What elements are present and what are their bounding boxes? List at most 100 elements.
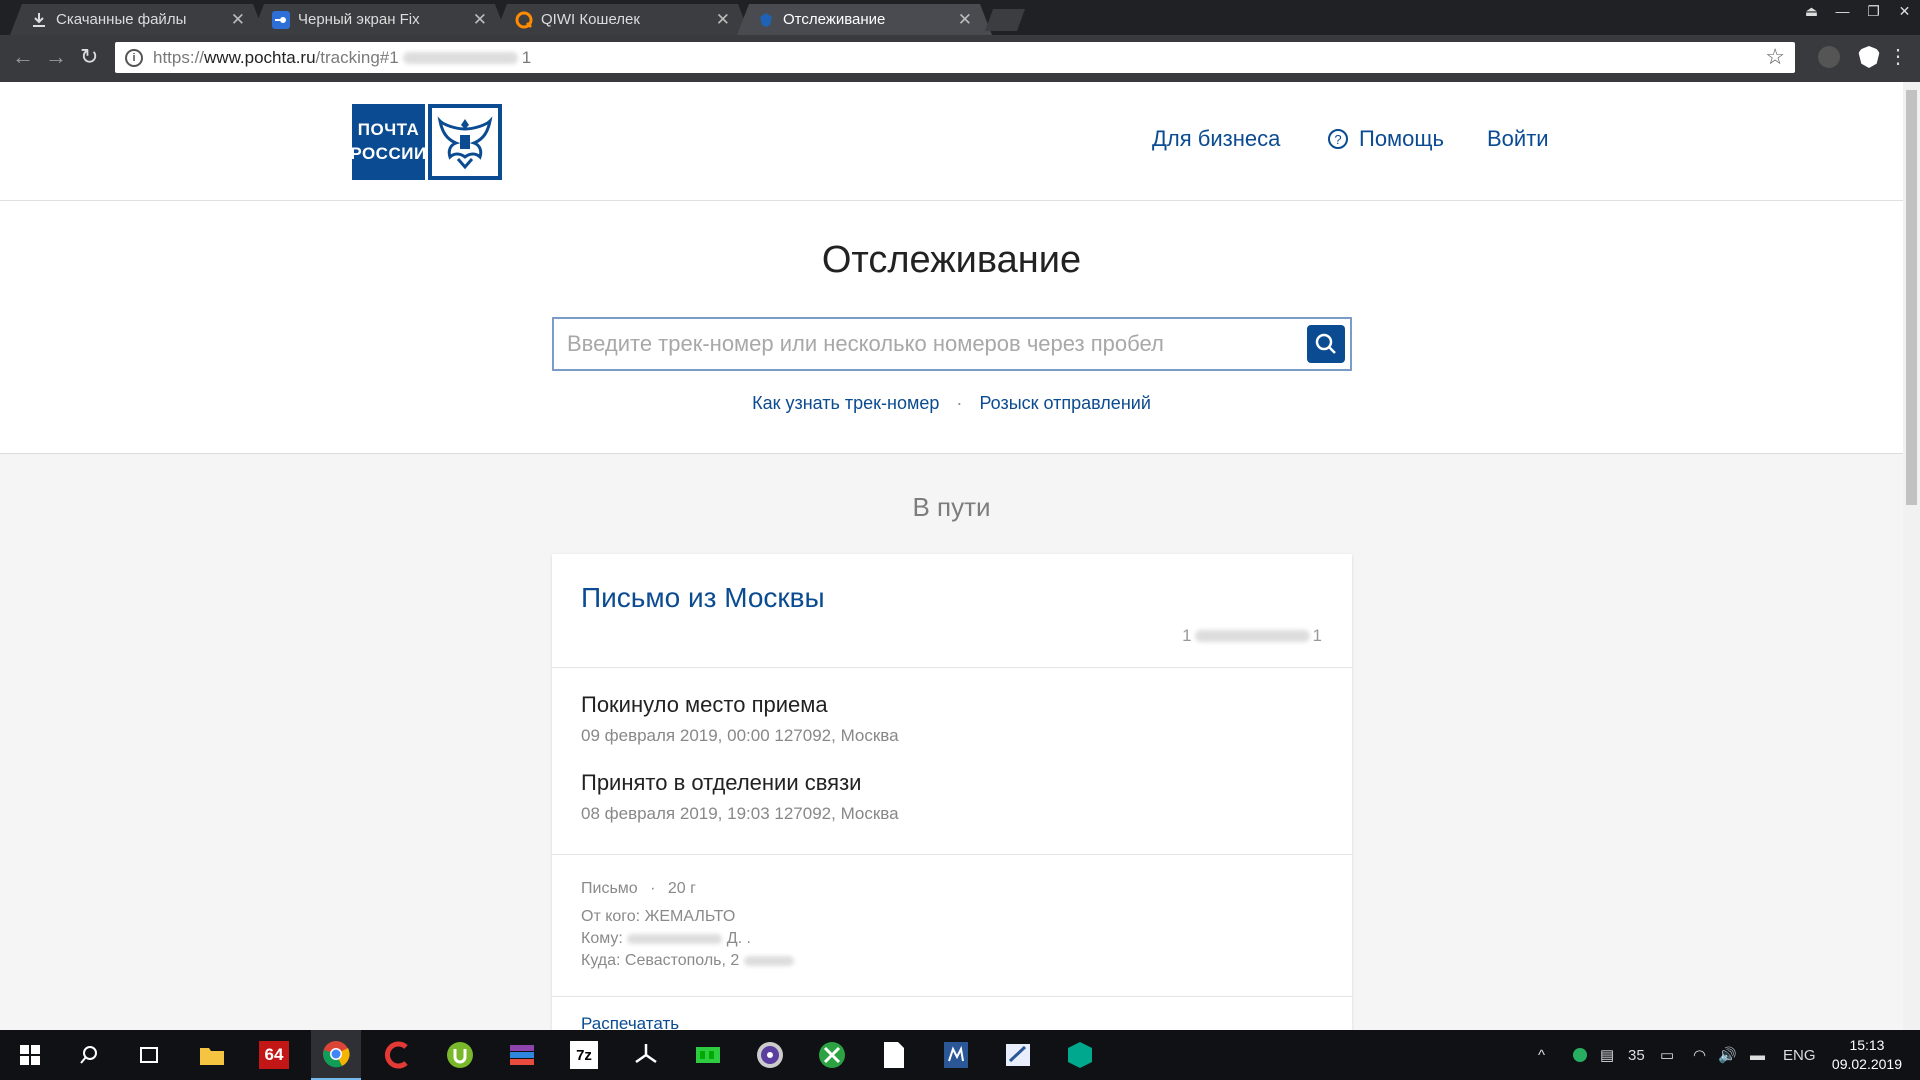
tab-black-screen-fix[interactable]: Черный экран Fix ✕ [252, 4, 507, 35]
browser-menu-icon[interactable]: ⋮ [1888, 44, 1908, 69]
page-scrollbar[interactable] [1903, 82, 1920, 1030]
tab-tracking[interactable]: Отслеживание ✕ [737, 4, 992, 35]
site-header: ПОЧТА РОССИИ Для бизнеса ? Помощь Войти [0, 82, 1903, 201]
tab-favicon-blue [272, 11, 290, 29]
how-to-find-track-link[interactable]: Как узнать трек-номер [752, 393, 939, 413]
track-number-input[interactable] [554, 319, 1294, 369]
parcel-info: Письмо · 20 г От кого: ЖЕМАЛЬТО Кому: Д.… [581, 878, 794, 972]
divider [552, 667, 1352, 668]
url-protocol: https:// [153, 47, 205, 67]
destination-text: Куда: Севастополь, 2 [581, 952, 740, 969]
ccleaner-icon[interactable] [373, 1030, 423, 1080]
site-info-icon[interactable]: i [125, 48, 143, 67]
redacted-track-number [402, 51, 518, 64]
security-icon[interactable] [1055, 1030, 1105, 1080]
xbox-icon[interactable] [807, 1030, 857, 1080]
event-detail: 09 февраля 2019, 00:00 127092, Москва [581, 726, 899, 745]
svg-text:?: ? [1334, 132, 1341, 147]
clock-date: 09.02.2019 [1831, 1056, 1902, 1072]
aida64-icon[interactable]: 64 [249, 1030, 299, 1080]
profile-icon[interactable]: ⏏ [1796, 0, 1827, 22]
new-tab-button[interactable] [985, 9, 1025, 31]
tab-qiwi[interactable]: QIWI Кошелек ✕ [495, 4, 750, 35]
notifications-icon[interactable]: ▬ [1750, 1030, 1765, 1080]
temperature-tray[interactable]: 35 [1628, 1030, 1645, 1080]
nav-help-link[interactable]: ? Помощь [1327, 126, 1444, 152]
chrome-icon[interactable] [311, 1030, 361, 1080]
tab-close-icon[interactable]: ✕ [231, 10, 245, 30]
link-separator: · [956, 393, 963, 413]
wifi-icon[interactable]: ◠ [1693, 1030, 1706, 1080]
utorrent-icon[interactable] [435, 1030, 485, 1080]
bookmark-star-icon[interactable]: ☆ [1765, 44, 1785, 70]
fan-icon[interactable] [621, 1030, 671, 1080]
network-tray-icon[interactable]: ▤ [1600, 1030, 1614, 1080]
recipient-initials: Д. . [726, 930, 751, 947]
windows-taskbar: 64 7z ^ ▤ 35 ▭ ◠ 🔊 ▬ ENG 15:13 09.02.201… [0, 1030, 1920, 1080]
url-suffix: 1 [521, 47, 532, 67]
volume-icon[interactable]: 🔊 [1718, 1030, 1737, 1080]
tab-title: Отслеживание [783, 11, 886, 28]
page-title: Отслеживание [821, 239, 1082, 281]
help-links: Как узнать трек-номер · Розыск отправлен… [0, 393, 1903, 414]
ms-app-icon[interactable] [931, 1030, 981, 1080]
gpu-tool-icon[interactable] [683, 1030, 733, 1080]
search-icon[interactable] [64, 1030, 114, 1080]
type-separator: · [650, 880, 656, 897]
search-icon [1315, 333, 1336, 354]
7zip-icon[interactable]: 7z [559, 1030, 609, 1080]
winrar-icon[interactable] [497, 1030, 547, 1080]
close-window-button[interactable]: ✕ [1889, 0, 1920, 22]
event-name: Принято в отделении связи [581, 770, 862, 795]
shield-tray-icon[interactable] [1572, 1030, 1588, 1080]
browser-toolbar: ← → ↻ i https:// www.pochta.ru /tracking… [0, 35, 1920, 82]
logo-line2: РОССИИ [350, 144, 427, 163]
battery-icon[interactable]: ▭ [1660, 1030, 1674, 1080]
logo-text: ПОЧТА РОССИИ [350, 104, 427, 180]
parcel-type: Письмо [581, 880, 638, 897]
divider [552, 854, 1352, 855]
shipment-status-heading: В пути [912, 492, 991, 522]
track-suffix: 1 [1312, 626, 1322, 645]
document-icon[interactable] [869, 1030, 919, 1080]
tab-close-icon[interactable]: ✕ [716, 10, 730, 30]
parcel-card: Письмо из Москвы 1 1 Покинуло место прие… [552, 554, 1352, 1030]
back-button[interactable]: ← [12, 44, 34, 70]
scrollbar-thumb[interactable] [1906, 90, 1917, 505]
minimize-button[interactable]: — [1827, 0, 1858, 22]
language-indicator[interactable]: ENG [1783, 1030, 1816, 1080]
url-path: /tracking#1 [315, 47, 399, 67]
extension-icon[interactable] [1818, 46, 1840, 68]
disc-icon[interactable] [745, 1030, 795, 1080]
print-link[interactable]: Распечатать [581, 1014, 679, 1030]
task-view-icon[interactable] [124, 1030, 174, 1080]
paint-icon[interactable] [993, 1030, 1043, 1080]
tab-close-icon[interactable]: ✕ [473, 10, 487, 30]
tab-close-icon[interactable]: ✕ [958, 10, 972, 30]
show-hidden-icons-button[interactable]: ^ [1538, 1030, 1545, 1080]
address-bar[interactable]: i https:// www.pochta.ru /tracking#1 1 [115, 42, 1795, 73]
qiwi-icon [515, 11, 533, 29]
taskbar-clock[interactable]: 15:13 09.02.2019 [1832, 1036, 1902, 1074]
tracking-search-section: Отслеживание Как узнать трек-номер · Роз… [0, 201, 1903, 454]
nav-business-link[interactable]: Для бизнеса [1152, 126, 1280, 152]
file-explorer-icon[interactable] [187, 1030, 237, 1080]
reload-button[interactable]: ↻ [80, 44, 98, 70]
pochta-logo[interactable]: ПОЧТА РОССИИ [350, 104, 502, 180]
parcel-recipient: Кому: Д. . [581, 928, 794, 950]
help-circle-icon: ? [1328, 129, 1348, 149]
download-icon [30, 11, 48, 29]
search-button[interactable] [1307, 325, 1345, 363]
nav-login-link[interactable]: Войти [1487, 126, 1549, 152]
event-detail: 08 февраля 2019, 19:03 127092, Москва [581, 804, 899, 823]
parcel-search-link[interactable]: Розыск отправлений [979, 393, 1150, 413]
restore-button[interactable]: ❐ [1858, 0, 1889, 22]
parcel-title[interactable]: Письмо из Москвы [581, 582, 825, 614]
tab-downloads[interactable]: Скачанные файлы ✕ [10, 4, 265, 35]
parcel-type-weight: Письмо · 20 г [581, 878, 794, 900]
parcel-sender: От кого: ЖЕМАЛЬТО [581, 908, 736, 925]
forward-button[interactable]: → [45, 44, 67, 70]
windows-start-icon[interactable] [5, 1030, 55, 1080]
shield-extension-icon[interactable] [1858, 46, 1880, 68]
divider [552, 996, 1352, 997]
